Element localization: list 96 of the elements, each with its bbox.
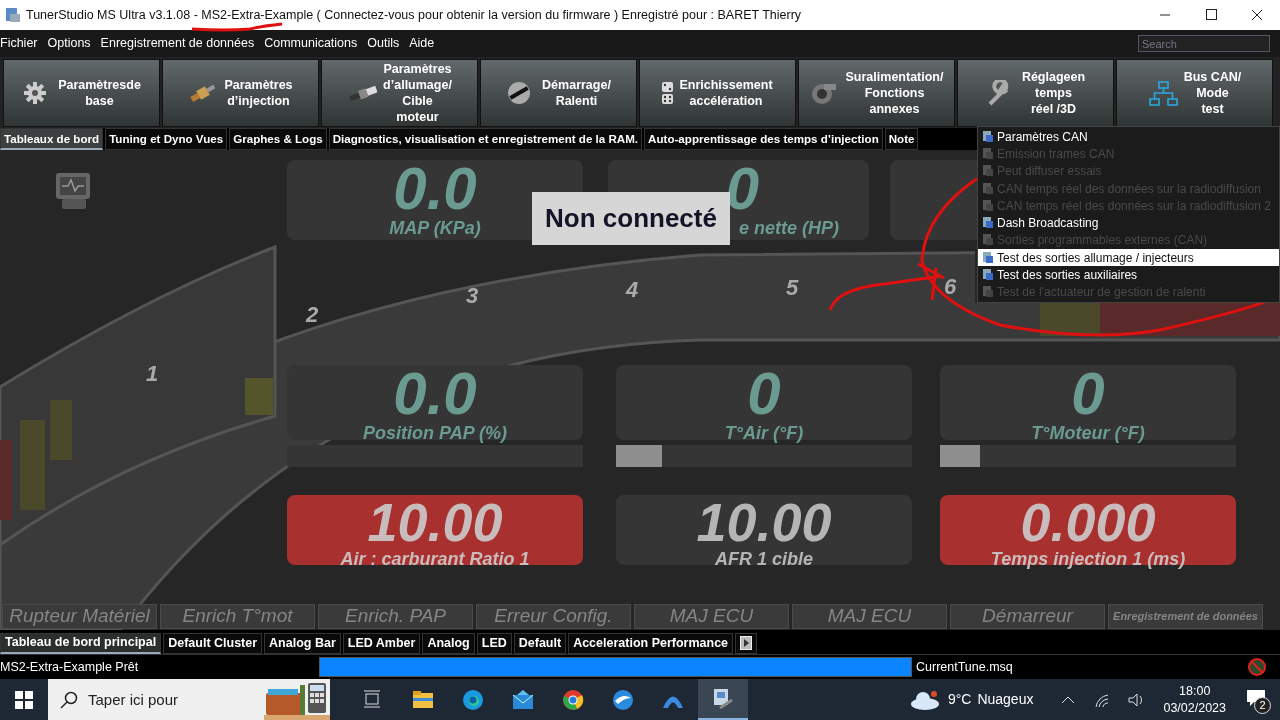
tab[interactable]: Graphes & Logs <box>229 128 327 150</box>
toolbar-button[interactable]: Réglageen temps réel /3D <box>957 59 1114 127</box>
toolbar-button[interactable]: Suralimentation/ Fonctions annexes <box>798 59 955 127</box>
scroll-tabs-button[interactable] <box>735 632 758 654</box>
clock-date: 03/02/2023 <box>1163 699 1226 717</box>
indicator-light: Démarreur <box>950 604 1105 629</box>
browser-icon <box>562 688 584 711</box>
indicator-light: MAJ ECU <box>634 604 789 629</box>
app-icon <box>4 6 22 24</box>
document-icon <box>982 130 994 143</box>
indicator-light: Enregistrement de données <box>1108 604 1263 629</box>
status-overlay: Non connecté <box>532 192 730 245</box>
tab[interactable]: Tuning et Dyno Vues <box>105 128 228 150</box>
gauge-value: 0 <box>747 365 781 423</box>
tools-app-icon <box>712 687 734 710</box>
temperature-text: 9°C <box>947 690 972 709</box>
search-field[interactable]: Search <box>1138 35 1270 52</box>
disconnected-icon <box>1246 657 1268 677</box>
play-icon <box>740 636 753 650</box>
menu-item[interactable]: Dash Broadcasting <box>978 214 1279 232</box>
toolbar-button[interactable]: Bus CAN/ Mode test <box>1116 59 1273 127</box>
mail-icon <box>512 688 534 711</box>
gauge-label: Air : carburant Ratio 1 <box>340 549 530 569</box>
indicator-light: Erreur Config. <box>476 604 631 629</box>
gauge-value: 0.000 <box>1020 495 1156 549</box>
indicator-light: Enrich. PAP <box>318 604 473 629</box>
gauge-value: 10.00 <box>367 495 503 549</box>
taskbar-app[interactable] <box>698 679 748 720</box>
toolbar-button[interactable]: Paramètres d’injection <box>162 59 319 127</box>
tab[interactable]: Tableau de bord principal <box>0 632 162 654</box>
dice-icon <box>662 82 674 104</box>
tab[interactable]: Default <box>513 632 567 654</box>
document-icon <box>982 217 994 230</box>
document-icon <box>982 251 994 264</box>
gauge-value: 0.0 <box>393 160 477 218</box>
indicator-light: Enrich T°mot <box>160 604 315 629</box>
menu-item[interactable]: Paramètres CAN <box>978 128 1279 146</box>
tab[interactable]: Note <box>884 128 919 150</box>
tab[interactable]: Tableaux de bord <box>0 128 104 150</box>
tab[interactable]: Acceleration Performance <box>568 632 734 654</box>
tick-label: 1 <box>145 361 159 386</box>
toolbar-button[interactable]: Enrichissement accélération <box>639 59 796 127</box>
menu-item[interactable]: Fichier <box>0 34 43 53</box>
tab[interactable]: Analog <box>422 632 475 654</box>
tab[interactable]: Auto-apprentissage des temps d’injection <box>644 128 883 150</box>
gauge-value: 0.0 <box>393 365 477 423</box>
document-icon <box>982 182 994 195</box>
rpm-zone <box>245 378 273 415</box>
gauge-label: e nette (HP) <box>739 218 839 238</box>
clock-time: 18:00 <box>1179 682 1211 700</box>
menu-item[interactable]: Test des sorties allumage / injecteurs <box>978 249 1279 267</box>
gauge-label: AFR 1 cible <box>715 549 813 569</box>
toolbar-button[interactable]: Paramètres d’allumage/ Cible moteur <box>321 59 478 127</box>
gauge-label: Position PAP (%) <box>363 423 507 443</box>
menu-item[interactable]: Communications <box>259 34 363 53</box>
network-icon <box>1147 80 1178 106</box>
indicator-light: Rupteur Matériel <box>2 604 157 629</box>
folder-icon <box>412 688 434 711</box>
menu-item[interactable]: Aide <box>404 34 440 53</box>
document-icon <box>982 269 994 281</box>
browser-icon <box>462 688 484 711</box>
status-message: MS2-Extra-Example Prêt <box>0 658 139 676</box>
file-name: CurrentTune.msq <box>916 658 1014 676</box>
tick-label: 6 <box>943 274 957 299</box>
document-icon <box>982 165 994 178</box>
tick-label: 2 <box>305 302 319 327</box>
menu-item[interactable]: Options <box>42 34 96 53</box>
tick-label: 4 <box>625 277 639 302</box>
toolbar-button[interactable]: Démarrage/ Ralenti <box>480 59 637 127</box>
gauge-value: 0 <box>1071 365 1105 423</box>
document-icon <box>982 286 994 299</box>
windows-icon <box>15 690 33 709</box>
document-icon <box>982 147 994 160</box>
gauge-label: T°Air (°F) <box>724 423 804 443</box>
menu-item[interactable]: Test des sorties auxiliaires <box>978 266 1279 284</box>
tick-label: 5 <box>785 275 799 300</box>
tick-label: 3 <box>465 283 479 308</box>
indicator-light: MAJ ECU <box>792 604 947 629</box>
tab[interactable]: Diagnostics, visualisation et enregistrement de la RAM. <box>328 128 643 150</box>
gauge-label: MAP (KPa) <box>389 218 481 238</box>
gauge-label: T°Moteur (°F) <box>1031 423 1145 443</box>
weather-text: Nuageux <box>977 690 1034 709</box>
tab[interactable]: LED <box>476 632 512 654</box>
gauge-label: Temps injection 1 (ms) <box>990 549 1186 569</box>
bird-icon <box>612 688 634 711</box>
window-title: TunerStudio MS Ultra v3.1.08 - MS2-Extra-Example ( Connectez-vous pour obtenir la version du firmware ) Enregistré pour : BARET Thierry <box>26 6 802 24</box>
tab[interactable]: Analog Bar <box>264 632 341 654</box>
gauge-value: 10.00 <box>696 495 832 549</box>
menu-item[interactable]: Outils <box>362 34 405 53</box>
search-icon <box>60 691 78 709</box>
tab[interactable]: LED Amber <box>342 632 421 654</box>
toolbar-button[interactable]: Paramètresde base <box>3 59 160 127</box>
tab[interactable]: Default Cluster <box>163 632 263 654</box>
document-icon <box>982 234 994 247</box>
menu-item[interactable]: Enregistrement de données <box>95 34 260 53</box>
document-icon <box>982 199 994 212</box>
